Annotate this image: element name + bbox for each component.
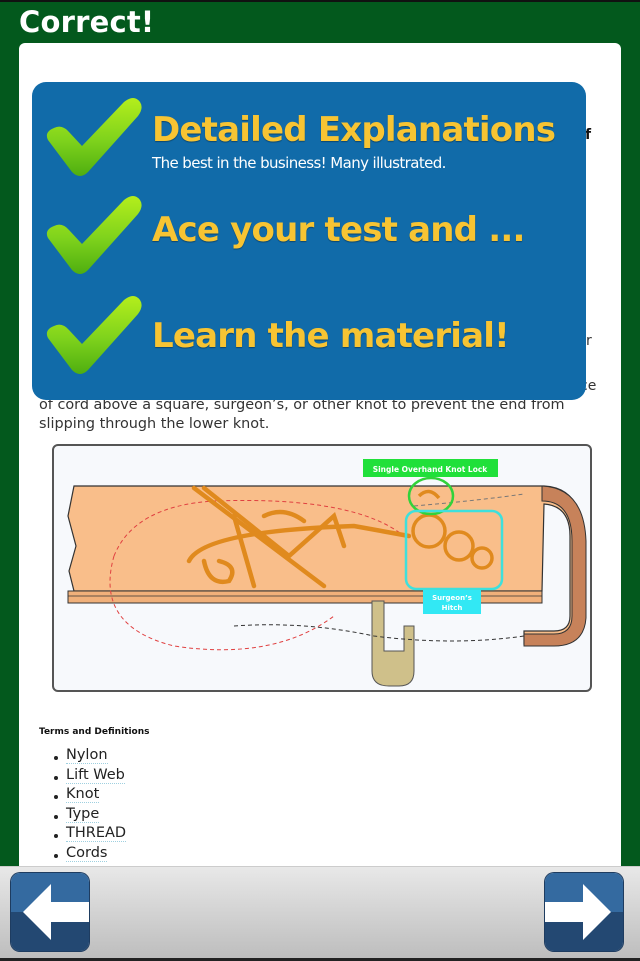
promo-title: Detailed Explanations	[152, 110, 556, 150]
next-button[interactable]	[545, 873, 623, 951]
term-link[interactable]: Nylon	[66, 747, 108, 764]
checkmark-icon	[46, 98, 142, 176]
surgeons-label-2: Hitch	[442, 604, 463, 612]
checkmark-icon	[46, 296, 142, 374]
overhand-label: Single Overhand Knot Lock	[373, 465, 489, 474]
checkmark-icon	[46, 196, 142, 274]
terms-list: Nylon Lift Web Knot Type THREAD Cords	[53, 746, 127, 864]
term-link[interactable]: THREAD	[66, 825, 127, 843]
knot-illustration: Single Overhand Knot Lock Surgeon’s Hitc…	[52, 444, 592, 692]
surgeons-label-1: Surgeon’s	[432, 594, 472, 602]
term-link[interactable]: Knot	[66, 786, 100, 804]
previous-button[interactable]	[11, 873, 89, 951]
right-arrow-icon	[545, 884, 611, 940]
term-item[interactable]: Nylon	[53, 746, 126, 766]
partial-text: r	[586, 333, 592, 349]
explanation-paragraph: of cord above a square, surgeon’s, or ot…	[39, 397, 565, 432]
term-link[interactable]: Cords	[66, 844, 108, 862]
promo-title: Learn the material!	[152, 316, 510, 356]
promo-subtitle: The best in the business! Many illustrat…	[152, 154, 446, 172]
bottom-toolbar	[0, 866, 640, 961]
term-item[interactable]: Knot	[53, 785, 126, 805]
term-link[interactable]: Lift Web	[66, 766, 125, 784]
left-arrow-icon	[23, 884, 89, 940]
promo-overlay[interactable]: Detailed Explanations The best in the bu…	[32, 82, 586, 400]
term-link[interactable]: Type	[66, 805, 100, 823]
hook	[371, 600, 415, 687]
term-item[interactable]: THREAD	[53, 824, 127, 844]
result-title: Correct!	[19, 5, 155, 39]
promo-title: Ace your test and ...	[152, 210, 525, 250]
board-top	[67, 485, 583, 645]
term-item[interactable]: Type	[53, 805, 126, 825]
term-item[interactable]: Lift Web	[53, 766, 126, 786]
terms-heading: Terms and Definitions	[39, 727, 150, 737]
status-line	[0, 0, 640, 2]
term-item[interactable]: Cords	[53, 844, 126, 864]
